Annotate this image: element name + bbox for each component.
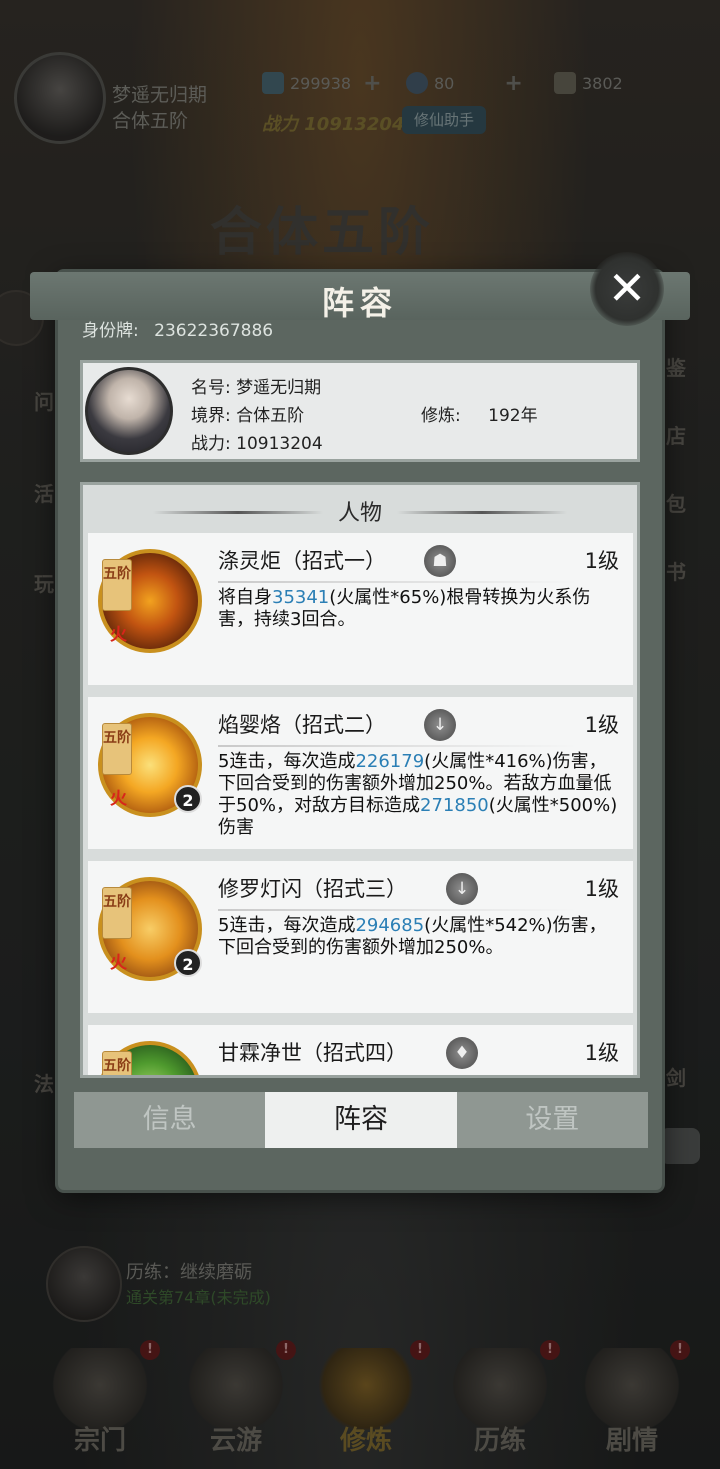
skill-name: 涤灵炬（招式一） (218, 549, 386, 573)
desc-text: 将自身 (218, 587, 272, 608)
divider (218, 909, 578, 911)
power-label: 战力: (191, 434, 231, 454)
profile-power: 战力: 10913204 (191, 429, 323, 454)
dialog-tabs: 信息 阵容 设置 (74, 1092, 648, 1148)
skill-name: 焰婴烙（招式二） (218, 713, 386, 737)
skill-type-icon: ↓ (424, 709, 456, 741)
skill-description: 将自身35341(火属性*65%)根骨转换为火系伤害，持续3回合。 (218, 587, 623, 683)
skill-level: 1级 (584, 877, 619, 901)
tier-tag: 五阶 (102, 723, 132, 775)
profile-name: 名号: 梦遥无归期 (191, 373, 321, 398)
desc-number: 294685 (355, 915, 425, 936)
skill-card[interactable]: 五阶 火 2 修罗灯闪（招式三） ↓ 1级 5连击，每次造成294685(火属性… (88, 861, 633, 1013)
skill-name: 修罗灯闪（招式三） (218, 877, 407, 901)
cultivation-label: 修炼: (421, 406, 461, 426)
id-value: 23622367886 (154, 321, 274, 341)
divider (218, 745, 578, 747)
cultivation-value: 192年 (488, 406, 538, 426)
count-badge: 2 (174, 949, 202, 977)
skills-panel[interactable]: 人物 五阶 火 涤灵炬（招式一） ☗ 1级 将自身35341(火属性*65%)根… (80, 482, 640, 1078)
realm-value: 合体五阶 (236, 406, 305, 426)
name-label: 名号: (191, 378, 231, 398)
tab-info[interactable]: 信息 (74, 1092, 265, 1148)
profile-realm: 境界: 合体五阶 (191, 401, 304, 426)
skill-level: 1级 (584, 1041, 619, 1065)
player-id: 身份牌: 23622367886 (82, 316, 273, 341)
element-tag: 火 (110, 953, 127, 973)
id-label: 身份牌: (82, 321, 139, 341)
tier-tag: 五阶 (102, 887, 132, 939)
desc-number: 35341 (272, 587, 330, 608)
element-tag: 火 (110, 789, 127, 809)
skill-name: 甘霖净世（招式四） (218, 1041, 407, 1065)
fire-skill-icon: 五阶 火 (98, 549, 202, 653)
count-badge: 2 (174, 785, 202, 813)
element-tag: 火 (110, 625, 127, 645)
tier-tag: 五阶 (102, 559, 132, 611)
desc-text: 5连击，每次造成 (218, 751, 356, 772)
skill-description: 5连击，每次造成226179(火属性*416%)伤害，下回合受到的伤害额外增加2… (218, 751, 623, 849)
skill-type-icon: ↓ (446, 873, 478, 905)
skill-card[interactable]: 五阶 火 涤灵炬（招式一） ☗ 1级 将自身35341(火属性*65%)根骨转换… (88, 533, 633, 685)
tab-lineup[interactable]: 阵容 (265, 1092, 457, 1148)
skill-type-icon: ♦ (446, 1037, 478, 1069)
tab-settings[interactable]: 设置 (457, 1092, 648, 1148)
skill-description: 5连击，每次造成294685(火属性*542%)伤害，下回合受到的伤害额外增加2… (218, 915, 623, 1011)
profile-cultivation: 修炼: 192年 (421, 401, 538, 426)
desc-number: 226179 (355, 751, 425, 772)
name-value: 梦遥无归期 (236, 378, 322, 398)
skill-level: 1级 (584, 549, 619, 573)
desc-number: 271850 (420, 795, 489, 816)
power-value: 10913204 (236, 434, 323, 454)
tier-tag: 五阶 (102, 1051, 132, 1075)
skill-type-icon: ☗ (424, 545, 456, 577)
skill-level: 1级 (584, 713, 619, 737)
profile-avatar (85, 367, 173, 455)
section-title: 人物 (83, 495, 637, 527)
profile-card: 名号: 梦遥无归期 境界: 合体五阶 修炼: 192年 战力: 10913204 (80, 360, 640, 462)
divider (218, 581, 578, 583)
close-icon[interactable]: ✕ (590, 252, 664, 326)
realm-label: 境界: (191, 406, 231, 426)
skill-card[interactable]: 五阶 甘霖净世（招式四） ♦ 1级 (88, 1025, 633, 1075)
skill-card[interactable]: 五阶 火 2 焰婴烙（招式二） ↓ 1级 5连击，每次造成226179(火属性*… (88, 697, 633, 849)
wood-skill-icon: 五阶 (98, 1041, 202, 1075)
desc-text: 5连击，每次造成 (218, 915, 356, 936)
